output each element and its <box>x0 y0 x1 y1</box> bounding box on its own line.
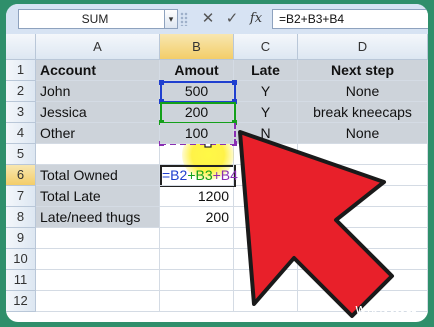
cell-a11[interactable] <box>36 270 160 291</box>
column-headers: A B C D <box>6 34 428 60</box>
row-header-2[interactable]: 2 <box>6 81 36 102</box>
insert-function-icon[interactable]: fx <box>246 9 266 29</box>
table-row: 7 Total Late 1200 <box>6 186 428 207</box>
row-header-9[interactable]: 9 <box>6 228 36 249</box>
cell-c10[interactable] <box>234 249 298 270</box>
cell-a1[interactable]: Account <box>36 60 160 81</box>
name-box[interactable]: SUM <box>18 9 172 29</box>
row-header-1[interactable]: 1 <box>6 60 36 81</box>
grid-rows: 1 Account Amout Late Next step 2 John 50… <box>6 60 428 312</box>
formula-ref-b2: =B2 <box>162 167 188 183</box>
formula-controls: ✕ ✓ fx <box>180 9 272 29</box>
table-row: 2 John 500 Y None <box>6 81 428 102</box>
cell-a5[interactable] <box>36 144 160 165</box>
cell-a2[interactable]: John <box>36 81 160 102</box>
cell-c11[interactable] <box>234 270 298 291</box>
column-header-a[interactable]: A <box>36 34 160 60</box>
column-header-c[interactable]: C <box>234 34 298 60</box>
table-row: 8 Late/need thugs 200 <box>6 207 428 228</box>
cell-d5[interactable] <box>298 144 428 165</box>
cell-a8[interactable]: Late/need thugs <box>36 207 160 228</box>
cell-b5[interactable] <box>160 144 234 165</box>
cell-d4[interactable]: None <box>298 123 428 144</box>
cell-d7[interactable] <box>298 186 428 207</box>
row-header-4[interactable]: 4 <box>6 123 36 144</box>
select-all-corner[interactable] <box>6 34 36 60</box>
cell-c8[interactable] <box>234 207 298 228</box>
cell-d10[interactable] <box>298 249 428 270</box>
cell-b4[interactable]: 100 <box>160 123 234 144</box>
wikihow-watermark: wikiHow <box>354 302 418 318</box>
cell-b10[interactable] <box>160 249 234 270</box>
cell-c12[interactable] <box>234 291 298 312</box>
row-header-8[interactable]: 8 <box>6 207 36 228</box>
cell-c9[interactable] <box>234 228 298 249</box>
table-row: 11 <box>6 270 428 291</box>
row-header-7[interactable]: 7 <box>6 186 36 207</box>
cell-d6[interactable] <box>298 165 428 186</box>
cell-b3[interactable]: 200 <box>160 102 234 123</box>
cell-a12[interactable] <box>36 291 160 312</box>
formula-bar: SUM ▾ ✕ ✓ fx =B2+B3+B4 <box>6 4 428 35</box>
column-header-b[interactable]: B <box>160 34 234 60</box>
row-header-3[interactable]: 3 <box>6 102 36 123</box>
cell-a9[interactable] <box>36 228 160 249</box>
table-row: 4 Other 100 N None <box>6 123 428 144</box>
cell-a3[interactable]: Jessica <box>36 102 160 123</box>
formula-input[interactable]: =B2+B3+B4 <box>272 9 428 29</box>
cell-b1[interactable]: Amout <box>160 60 234 81</box>
cell-b9[interactable] <box>160 228 234 249</box>
name-box-dropdown-icon[interactable]: ▾ <box>164 9 178 29</box>
cell-b8[interactable]: 200 <box>160 207 234 228</box>
cell-b7[interactable]: 1200 <box>160 186 234 207</box>
grip-handle-icon[interactable] <box>180 12 188 26</box>
table-row: 10 <box>6 249 428 270</box>
cancel-icon[interactable]: ✕ <box>198 9 218 29</box>
cell-a6[interactable]: Total Owned <box>36 165 160 186</box>
cell-c7[interactable] <box>234 186 298 207</box>
cell-d3[interactable]: break kneecaps <box>298 102 428 123</box>
table-row: 6 Total Owned =B2+B3+B4 <box>6 165 428 186</box>
image-frame: SUM ▾ ✕ ✓ fx =B2+B3+B4 A B C D 1 Account… <box>0 0 434 327</box>
cell-a7[interactable]: Total Late <box>36 186 160 207</box>
cell-b11[interactable] <box>160 270 234 291</box>
cell-d9[interactable] <box>298 228 428 249</box>
row-header-5[interactable]: 5 <box>6 144 36 165</box>
cell-c1[interactable]: Late <box>234 60 298 81</box>
cell-a10[interactable] <box>36 249 160 270</box>
table-row: 9 <box>6 228 428 249</box>
cell-d11[interactable] <box>298 270 428 291</box>
table-row: 3 Jessica 200 Y break kneecaps <box>6 102 428 123</box>
spreadsheet-window: SUM ▾ ✕ ✓ fx =B2+B3+B4 A B C D 1 Account… <box>6 4 428 322</box>
column-header-d[interactable]: D <box>298 34 428 60</box>
cell-d8[interactable] <box>298 207 428 228</box>
cell-b2[interactable]: 500 <box>160 81 234 102</box>
row-header-10[interactable]: 10 <box>6 249 36 270</box>
row-header-11[interactable]: 11 <box>6 270 36 291</box>
cell-d1[interactable]: Next step <box>298 60 428 81</box>
row-header-12[interactable]: 12 <box>6 291 36 312</box>
row-header-6[interactable]: 6 <box>6 165 36 186</box>
cell-b12[interactable] <box>160 291 234 312</box>
formula-ref-b3: +B3 <box>187 167 213 183</box>
cell-d2[interactable]: None <box>298 81 428 102</box>
cell-c4[interactable]: N <box>234 123 298 144</box>
enter-check-icon[interactable]: ✓ <box>222 9 242 29</box>
cell-c3[interactable]: Y <box>234 102 298 123</box>
cell-c2[interactable]: Y <box>234 81 298 102</box>
cell-a4[interactable]: Other <box>36 123 160 144</box>
table-row: 5 <box>6 144 428 165</box>
cell-c5[interactable] <box>234 144 298 165</box>
table-row: 1 Account Amout Late Next step <box>6 60 428 81</box>
cell-b6-editing[interactable]: =B2+B3+B4 <box>160 165 238 186</box>
formula-ref-b4: +B4 <box>212 167 238 183</box>
cell-c6[interactable] <box>234 165 298 186</box>
